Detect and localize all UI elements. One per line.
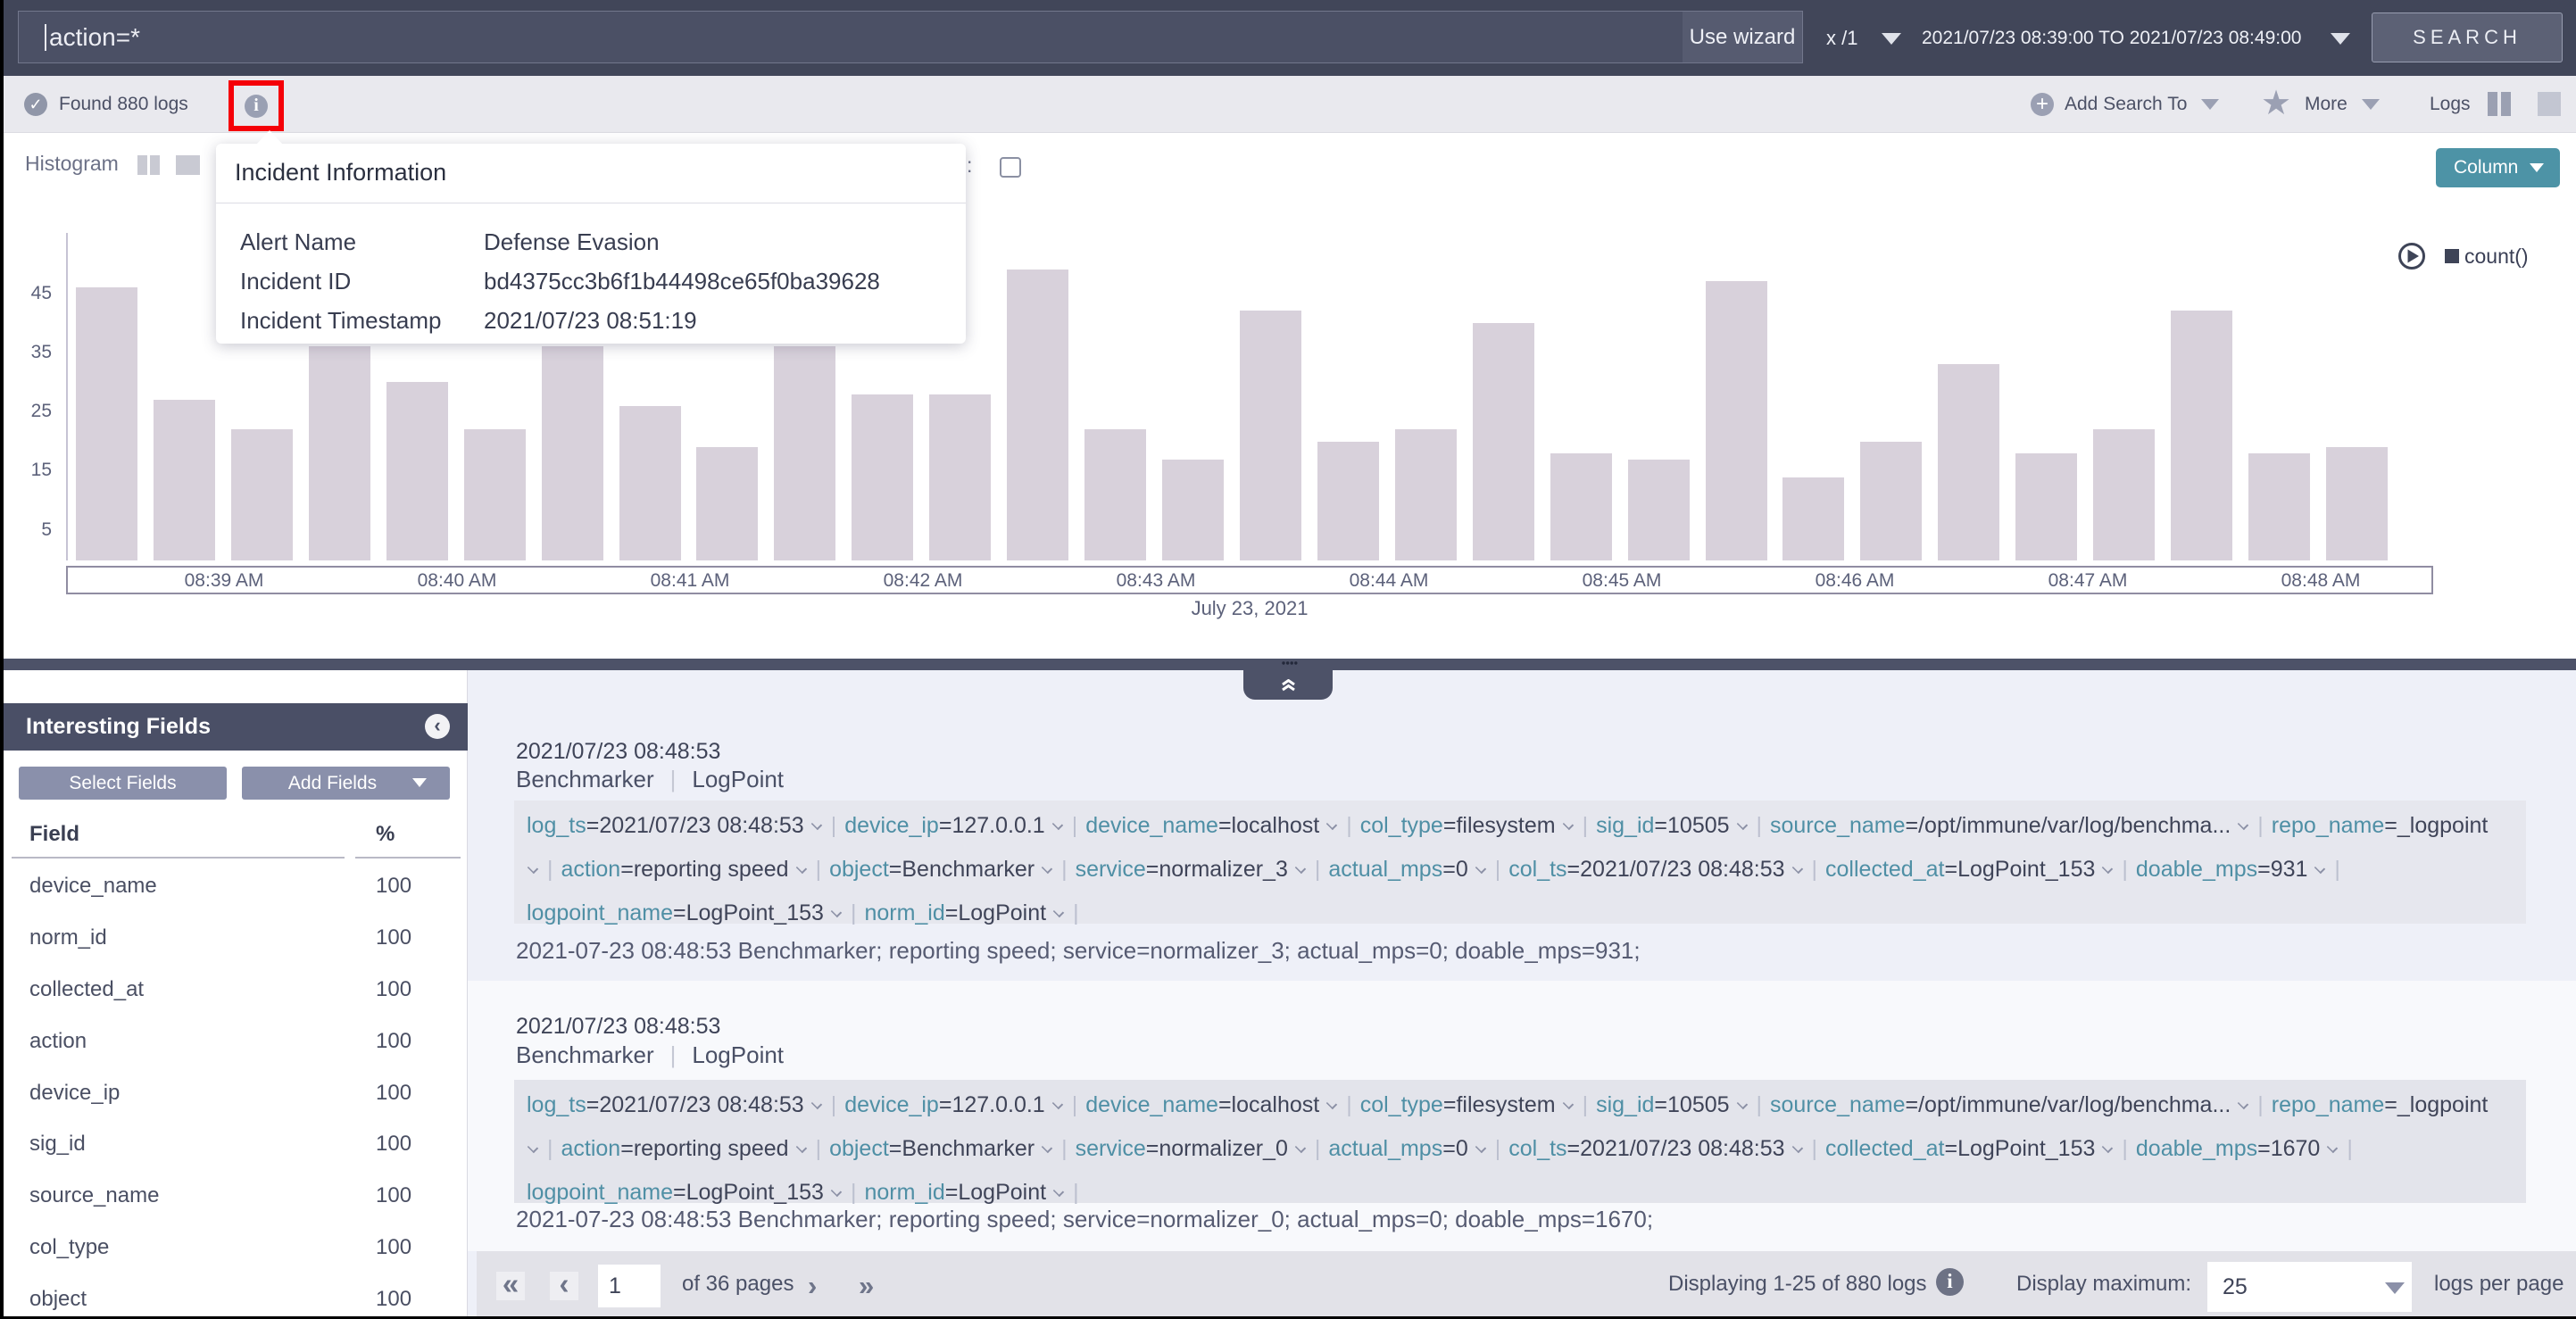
svg-text:count(): count() [2464, 245, 2529, 268]
